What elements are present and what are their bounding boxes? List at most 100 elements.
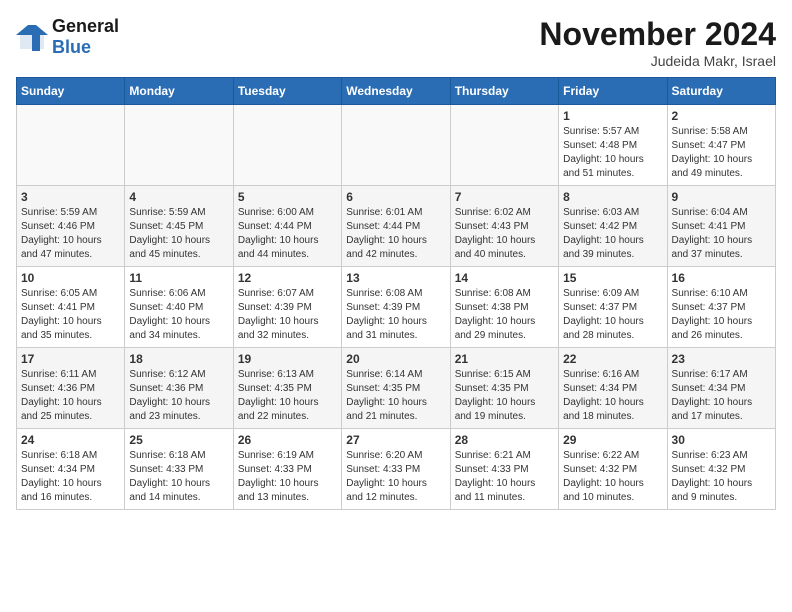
day-number: 22	[563, 352, 662, 366]
day-number: 18	[129, 352, 228, 366]
calendar-day-cell: 28 Sunrise: 6:21 AM Sunset: 4:33 PM Dayli…	[450, 429, 558, 510]
calendar-day-cell	[233, 105, 341, 186]
weekday-header: Friday	[559, 78, 667, 105]
location-subtitle: Judeida Makr, Israel	[539, 53, 776, 69]
calendar-day-cell: 20 Sunrise: 6:14 AM Sunset: 4:35 PM Dayli…	[342, 348, 450, 429]
calendar-day-cell: 8Sunrise: 6:03 AM Sunset: 4:42 PM Daylig…	[559, 186, 667, 267]
day-info: Sunrise: 6:02 AM Sunset: 4:43 PM Dayligh…	[455, 206, 554, 262]
calendar-week-row: 3Sunrise: 5:59 AM Sunset: 4:46 PM Daylig…	[17, 186, 776, 267]
calendar-day-cell: 15 Sunrise: 6:09 AM Sunset: 4:37 PM Dayli…	[559, 267, 667, 348]
day-number: 16	[672, 271, 771, 285]
day-number: 2	[672, 109, 771, 123]
calendar-day-cell: 26Sunrise: 6:19 AM Sunset: 4:33 PM Dayli…	[233, 429, 341, 510]
weekday-header: Wednesday	[342, 78, 450, 105]
day-number: 20	[346, 352, 445, 366]
calendar-day-cell: 7Sunrise: 6:02 AM Sunset: 4:43 PM Daylig…	[450, 186, 558, 267]
calendar-week-row: 24 Sunrise: 6:18 AM Sunset: 4:34 PM Dayli…	[17, 429, 776, 510]
weekday-header: Saturday	[667, 78, 775, 105]
calendar-day-cell: 3Sunrise: 5:59 AM Sunset: 4:46 PM Daylig…	[17, 186, 125, 267]
logo-general: General	[52, 16, 119, 36]
day-info: Sunrise: 5:57 AM Sunset: 4:48 PM Dayligh…	[563, 125, 662, 181]
day-info: Sunrise: 6:01 AM Sunset: 4:44 PM Dayligh…	[346, 206, 445, 262]
day-number: 30	[672, 433, 771, 447]
day-number: 6	[346, 190, 445, 204]
day-info: Sunrise: 6:10 AM Sunset: 4:37 PM Dayligh…	[672, 287, 771, 343]
calendar-day-cell	[17, 105, 125, 186]
month-title: November 2024	[539, 16, 776, 53]
calendar-day-cell: 17Sunrise: 6:11 AM Sunset: 4:36 PM Dayli…	[17, 348, 125, 429]
weekday-header-row: SundayMondayTuesdayWednesdayThursdayFrid…	[17, 78, 776, 105]
logo-blue: Blue	[52, 37, 91, 57]
day-info: Sunrise: 6:13 AM Sunset: 4:35 PM Dayligh…	[238, 368, 337, 424]
day-number: 15	[563, 271, 662, 285]
calendar-day-cell: 23 Sunrise: 6:17 AM Sunset: 4:34 PM Dayli…	[667, 348, 775, 429]
weekday-header: Thursday	[450, 78, 558, 105]
day-info: Sunrise: 6:17 AM Sunset: 4:34 PM Dayligh…	[672, 368, 771, 424]
day-info: Sunrise: 6:19 AM Sunset: 4:33 PM Dayligh…	[238, 449, 337, 505]
day-info: Sunrise: 6:09 AM Sunset: 4:37 PM Dayligh…	[563, 287, 662, 343]
calendar-day-cell: 18 Sunrise: 6:12 AM Sunset: 4:36 PM Dayli…	[125, 348, 233, 429]
day-number: 5	[238, 190, 337, 204]
calendar-week-row: 10Sunrise: 6:05 AM Sunset: 4:41 PM Dayli…	[17, 267, 776, 348]
day-number: 21	[455, 352, 554, 366]
day-number: 28	[455, 433, 554, 447]
day-number: 13	[346, 271, 445, 285]
title-area: November 2024 Judeida Makr, Israel	[539, 16, 776, 69]
day-number: 19	[238, 352, 337, 366]
calendar-week-row: 17Sunrise: 6:11 AM Sunset: 4:36 PM Dayli…	[17, 348, 776, 429]
day-number: 4	[129, 190, 228, 204]
calendar-day-cell: 12Sunrise: 6:07 AM Sunset: 4:39 PM Dayli…	[233, 267, 341, 348]
calendar-day-cell	[450, 105, 558, 186]
day-info: Sunrise: 6:18 AM Sunset: 4:33 PM Dayligh…	[129, 449, 228, 505]
calendar-day-cell: 24 Sunrise: 6:18 AM Sunset: 4:34 PM Dayli…	[17, 429, 125, 510]
day-info: Sunrise: 6:18 AM Sunset: 4:34 PM Dayligh…	[21, 449, 120, 505]
calendar-day-cell: 9 Sunrise: 6:04 AM Sunset: 4:41 PM Daylig…	[667, 186, 775, 267]
day-number: 23	[672, 352, 771, 366]
calendar-day-cell: 29 Sunrise: 6:22 AM Sunset: 4:32 PM Dayli…	[559, 429, 667, 510]
day-number: 10	[21, 271, 120, 285]
day-info: Sunrise: 6:23 AM Sunset: 4:32 PM Dayligh…	[672, 449, 771, 505]
day-number: 9	[672, 190, 771, 204]
day-info: Sunrise: 6:21 AM Sunset: 4:33 PM Dayligh…	[455, 449, 554, 505]
calendar-table: SundayMondayTuesdayWednesdayThursdayFrid…	[16, 77, 776, 510]
calendar-day-cell: 11 Sunrise: 6:06 AM Sunset: 4:40 PM Dayli…	[125, 267, 233, 348]
calendar-day-cell	[342, 105, 450, 186]
day-info: Sunrise: 6:14 AM Sunset: 4:35 PM Dayligh…	[346, 368, 445, 424]
logo: General Blue	[16, 16, 119, 58]
calendar-day-cell: 21 Sunrise: 6:15 AM Sunset: 4:35 PM Dayli…	[450, 348, 558, 429]
logo-text: General Blue	[52, 16, 119, 58]
day-info: Sunrise: 6:06 AM Sunset: 4:40 PM Dayligh…	[129, 287, 228, 343]
day-info: Sunrise: 5:59 AM Sunset: 4:46 PM Dayligh…	[21, 206, 120, 262]
weekday-header: Tuesday	[233, 78, 341, 105]
calendar-day-cell: 6 Sunrise: 6:01 AM Sunset: 4:44 PM Daylig…	[342, 186, 450, 267]
calendar-day-cell: 1 Sunrise: 5:57 AM Sunset: 4:48 PM Daylig…	[559, 105, 667, 186]
day-number: 1	[563, 109, 662, 123]
calendar-day-cell: 30 Sunrise: 6:23 AM Sunset: 4:32 PM Dayli…	[667, 429, 775, 510]
day-number: 12	[238, 271, 337, 285]
calendar-day-cell: 16 Sunrise: 6:10 AM Sunset: 4:37 PM Dayli…	[667, 267, 775, 348]
calendar-day-cell: 25Sunrise: 6:18 AM Sunset: 4:33 PM Dayli…	[125, 429, 233, 510]
day-number: 27	[346, 433, 445, 447]
day-info: Sunrise: 6:12 AM Sunset: 4:36 PM Dayligh…	[129, 368, 228, 424]
calendar-day-cell: 10Sunrise: 6:05 AM Sunset: 4:41 PM Dayli…	[17, 267, 125, 348]
calendar-day-cell: 19 Sunrise: 6:13 AM Sunset: 4:35 PM Dayli…	[233, 348, 341, 429]
calendar-day-cell: 4 Sunrise: 5:59 AM Sunset: 4:45 PM Daylig…	[125, 186, 233, 267]
day-info: Sunrise: 5:58 AM Sunset: 4:47 PM Dayligh…	[672, 125, 771, 181]
calendar-day-cell: 27 Sunrise: 6:20 AM Sunset: 4:33 PM Dayli…	[342, 429, 450, 510]
day-info: Sunrise: 6:20 AM Sunset: 4:33 PM Dayligh…	[346, 449, 445, 505]
calendar-day-cell: 14 Sunrise: 6:08 AM Sunset: 4:38 PM Dayli…	[450, 267, 558, 348]
calendar-day-cell	[125, 105, 233, 186]
day-number: 24	[21, 433, 120, 447]
day-info: Sunrise: 6:22 AM Sunset: 4:32 PM Dayligh…	[563, 449, 662, 505]
day-number: 14	[455, 271, 554, 285]
day-info: Sunrise: 5:59 AM Sunset: 4:45 PM Dayligh…	[129, 206, 228, 262]
day-number: 29	[563, 433, 662, 447]
day-info: Sunrise: 6:08 AM Sunset: 4:38 PM Dayligh…	[455, 287, 554, 343]
weekday-header: Sunday	[17, 78, 125, 105]
weekday-header: Monday	[125, 78, 233, 105]
day-info: Sunrise: 6:15 AM Sunset: 4:35 PM Dayligh…	[455, 368, 554, 424]
calendar-day-cell: 13 Sunrise: 6:08 AM Sunset: 4:39 PM Dayli…	[342, 267, 450, 348]
day-info: Sunrise: 6:04 AM Sunset: 4:41 PM Dayligh…	[672, 206, 771, 262]
day-number: 11	[129, 271, 228, 285]
day-info: Sunrise: 6:08 AM Sunset: 4:39 PM Dayligh…	[346, 287, 445, 343]
